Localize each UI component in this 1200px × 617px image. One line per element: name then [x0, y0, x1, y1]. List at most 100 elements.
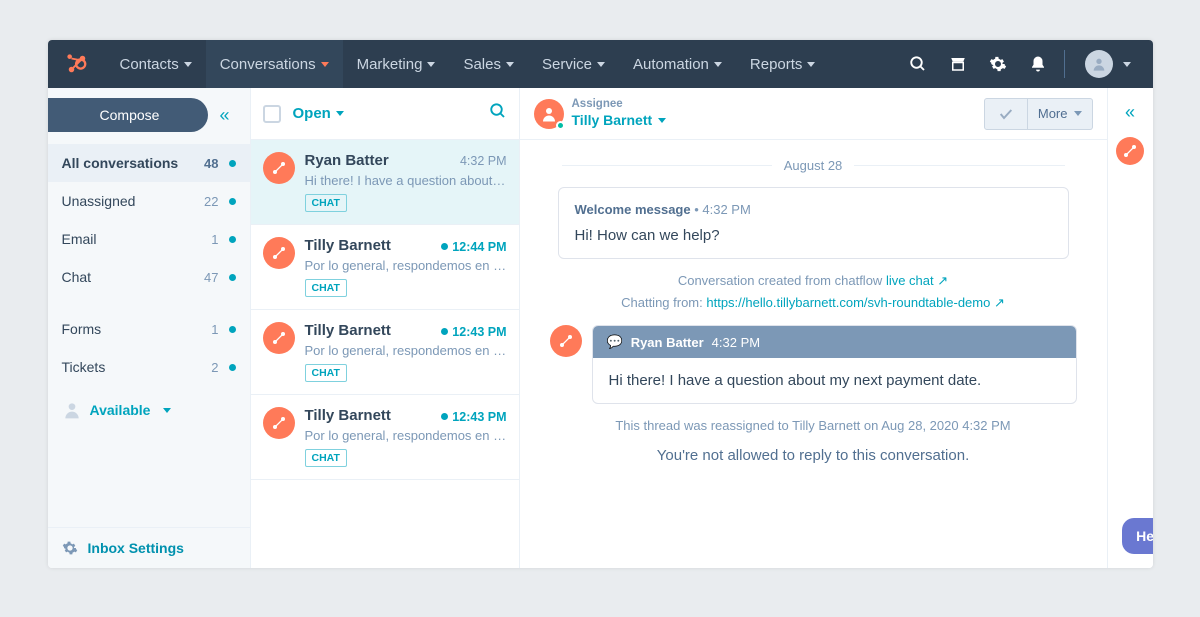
chevron-down-icon [714, 62, 722, 67]
profile-menu[interactable] [1071, 50, 1145, 78]
nav-service[interactable]: Service [528, 40, 619, 88]
conversation-panel: Assignee Tilly Barnett More August 28 We… [520, 88, 1107, 568]
assignee-dropdown[interactable]: Tilly Barnett [572, 112, 667, 129]
thread-time: 12:44 PM [441, 240, 506, 254]
availability-toggle[interactable]: Available [48, 388, 250, 432]
thread-name: Tilly Barnett [305, 237, 391, 254]
thread-list-header: Open [251, 88, 519, 140]
nav-items: Contacts Conversations Marketing Sales S… [106, 40, 830, 88]
chevron-down-icon [597, 62, 605, 67]
chevron-down-icon [506, 62, 514, 67]
inbox-settings-link[interactable]: Inbox Settings [48, 527, 250, 568]
thread-name: Tilly Barnett [305, 407, 391, 424]
message-avatar [550, 325, 582, 357]
unread-dot [229, 364, 236, 371]
avatar [1085, 50, 1113, 78]
thread-preview: Por lo general, respondemos en u… [305, 258, 507, 273]
nav-reports[interactable]: Reports [736, 40, 830, 88]
chevron-down-icon [336, 111, 344, 116]
nav-divider [1064, 50, 1065, 78]
nav-automation[interactable]: Automation [619, 40, 736, 88]
inbox-sidebar: Compose « All conversations48 Unassigned… [48, 88, 250, 568]
thread-avatar [263, 407, 295, 439]
conversation-body: August 28 Welcome message • 4:32 PM Hi! … [520, 140, 1107, 568]
message-header: 💬Ryan Batter4:32 PM [593, 326, 1076, 358]
chevron-down-icon [1123, 62, 1131, 67]
message-bubble: 💬Ryan Batter4:32 PM Hi there! I have a q… [592, 325, 1077, 404]
gear-icon [62, 540, 78, 556]
thread-time: 12:43 PM [441, 325, 506, 339]
chevron-down-icon [427, 62, 435, 67]
thread-item[interactable]: Tilly Barnett 12:43 PM Por lo general, re… [251, 395, 519, 480]
conversation-header: Assignee Tilly Barnett More [520, 88, 1107, 140]
assignee-avatar [534, 99, 564, 129]
thread-list: Open Ryan Batter4:32 PM Hi there! I have… [250, 88, 520, 568]
unread-dot [441, 243, 448, 250]
thread-avatar [263, 237, 295, 269]
nav-conversations[interactable]: Conversations [206, 40, 343, 88]
unread-dot [229, 236, 236, 243]
thread-time: 12:43 PM [441, 410, 506, 424]
online-status-dot [556, 121, 565, 130]
channel-badge: CHAT [305, 449, 347, 467]
thread-preview: Por lo general, respondemos en u… [305, 428, 507, 443]
unread-dot [229, 274, 236, 281]
unread-dot [229, 160, 236, 167]
nav-contacts[interactable]: Contacts [106, 40, 206, 88]
source-url-link[interactable]: https://hello.tillybarnett.com/svh-round… [706, 295, 1005, 310]
unread-dot [229, 326, 236, 333]
main: Compose « All conversations48 Unassigned… [48, 88, 1153, 568]
select-all-checkbox[interactable] [263, 105, 281, 123]
reply-disabled-notice: You're not allowed to reply to this conv… [550, 447, 1077, 464]
chatflow-link[interactable]: live chat ↗ [886, 273, 948, 288]
more-actions-dropdown[interactable]: More [1028, 98, 1093, 130]
folder-forms[interactable]: Forms1 [48, 310, 250, 348]
channel-badge: CHAT [305, 279, 347, 297]
marketplace-icon[interactable] [938, 40, 978, 88]
thread-time: 4:32 PM [460, 154, 507, 168]
chevron-down-icon [1074, 111, 1082, 116]
hubspot-badge-icon[interactable] [1116, 137, 1144, 165]
unread-dot [441, 413, 448, 420]
expand-rail-button[interactable]: « [1125, 102, 1135, 123]
chevron-down-icon [321, 62, 329, 67]
assignee-label: Assignee [572, 98, 667, 112]
nav-utility [898, 40, 1153, 88]
channel-badge: CHAT [305, 194, 347, 212]
user-status-icon [62, 400, 82, 420]
settings-icon[interactable] [978, 40, 1018, 88]
date-divider: August 28 [550, 158, 1077, 173]
folder-email[interactable]: Email1 [48, 220, 250, 258]
top-nav: Contacts Conversations Marketing Sales S… [48, 40, 1153, 88]
open-filter-dropdown[interactable]: Open [293, 105, 344, 122]
chat-icon: 💬 [607, 334, 623, 350]
mark-done-button[interactable] [984, 98, 1028, 130]
thread-avatar [263, 322, 295, 354]
thread-item[interactable]: Tilly Barnett12:43 PM Por lo general, re… [251, 310, 519, 395]
reassignment-notice: This thread was reassigned to Tilly Barn… [550, 418, 1077, 433]
app-shell: Contacts Conversations Marketing Sales S… [48, 40, 1153, 568]
folder-unassigned[interactable]: Unassigned22 [48, 182, 250, 220]
thread-item[interactable]: Tilly Barnett 12:44 PM Por lo general, re… [251, 225, 519, 310]
welcome-message-body: Hi! How can we help? [575, 227, 1052, 244]
thread-item[interactable]: Ryan Batter4:32 PM Hi there! I have a qu… [251, 140, 519, 225]
nav-sales[interactable]: Sales [449, 40, 528, 88]
folder-tickets[interactable]: Tickets2 [48, 348, 250, 386]
nav-marketing[interactable]: Marketing [343, 40, 450, 88]
help-button[interactable]: Help [1122, 518, 1152, 554]
compose-button[interactable]: Compose [48, 98, 208, 132]
welcome-message-card: Welcome message • 4:32 PM Hi! How can we… [558, 187, 1069, 259]
folder-chat[interactable]: Chat47 [48, 258, 250, 296]
collapse-sidebar-button[interactable]: « [208, 105, 242, 126]
folder-all-conversations[interactable]: All conversations48 [48, 144, 250, 182]
unread-dot [441, 328, 448, 335]
notifications-icon[interactable] [1018, 40, 1058, 88]
chevron-down-icon [184, 62, 192, 67]
search-icon[interactable] [898, 40, 938, 88]
chatting-from: Chatting from: https://hello.tillybarnet… [550, 295, 1077, 311]
thread-name: Tilly Barnett [305, 322, 391, 339]
chevron-down-icon [658, 118, 666, 123]
search-threads-icon[interactable] [489, 102, 507, 125]
message-content: Hi there! I have a question about my nex… [593, 358, 1076, 403]
hubspot-logo[interactable] [66, 53, 88, 75]
